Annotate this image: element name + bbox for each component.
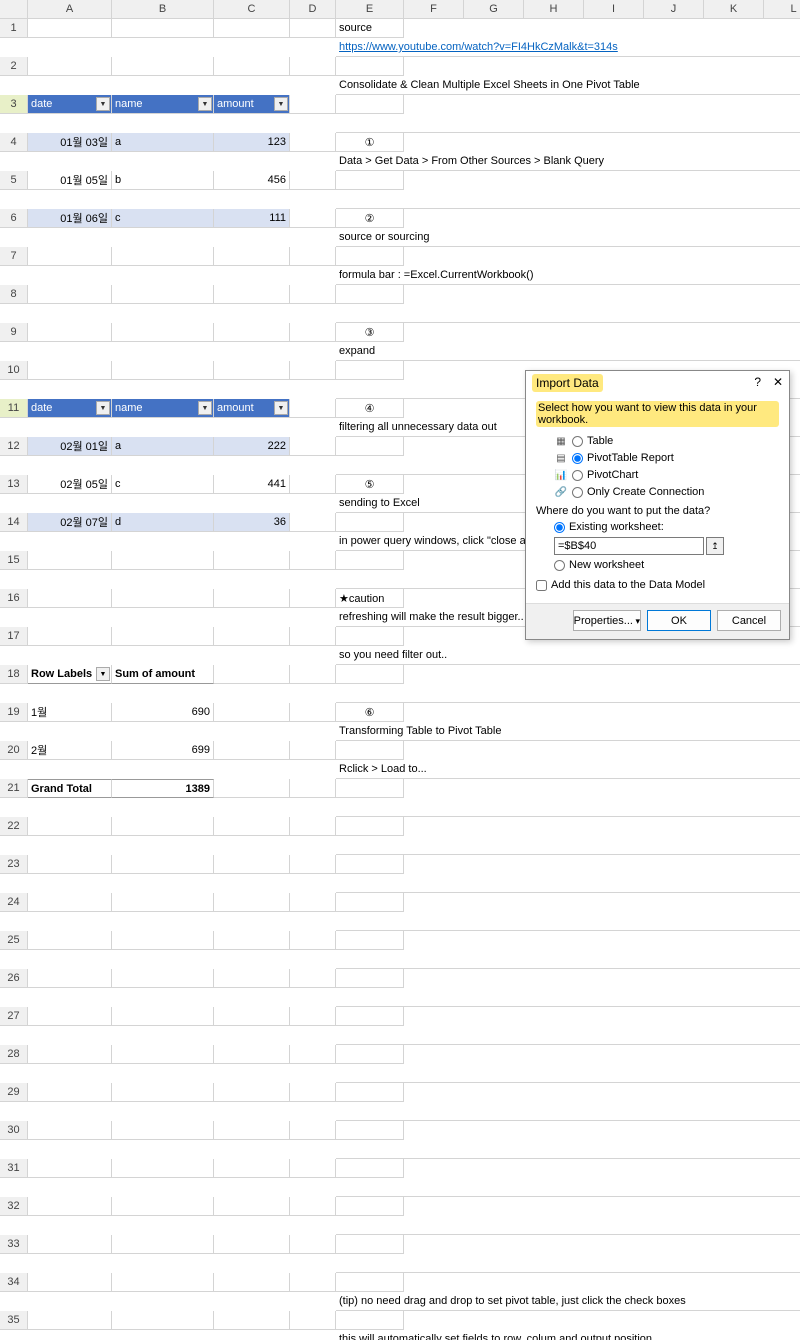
radio-pivotchart-row[interactable]: 📊 PivotChart xyxy=(554,468,779,482)
col-F[interactable]: F xyxy=(404,0,464,19)
cell-E1[interactable]: source xyxy=(336,19,404,38)
pivot-sumlabel[interactable]: Sum of amount xyxy=(112,665,214,684)
radio-new-row[interactable]: New worksheet xyxy=(554,559,779,571)
row-20[interactable]: 20 xyxy=(0,741,28,760)
col-C[interactable]: C xyxy=(214,0,290,19)
dialog-titlebar[interactable]: Import Data ? ✕ xyxy=(526,371,789,395)
datamodel-label: Add this data to the Data Model xyxy=(551,579,705,591)
row-4[interactable]: 4 xyxy=(0,133,28,152)
row-7[interactable]: 7 xyxy=(0,247,28,266)
corner-cell[interactable] xyxy=(0,0,28,19)
radio-pivotchart[interactable] xyxy=(572,470,583,481)
row-34[interactable]: 34 xyxy=(0,1273,28,1292)
row-16[interactable]: 16 xyxy=(0,589,28,608)
filter-dropdown-icon[interactable]: ▼ xyxy=(274,97,288,111)
radio-table-label: Table xyxy=(587,435,613,447)
radio-table-row[interactable]: ▦ Table xyxy=(554,434,779,448)
pivot-rowlabels[interactable]: Row Labels▼ xyxy=(28,665,112,684)
col-B[interactable]: B xyxy=(112,0,214,19)
row-3[interactable]: 3 xyxy=(0,95,28,114)
cell-reference-input[interactable] xyxy=(554,537,704,555)
row-35[interactable]: 35 xyxy=(0,1311,28,1330)
row-21[interactable]: 21 xyxy=(0,779,28,798)
radio-table[interactable] xyxy=(572,436,583,447)
radio-existing[interactable] xyxy=(554,522,565,533)
radio-new[interactable] xyxy=(554,560,565,571)
row-8[interactable]: 8 xyxy=(0,285,28,304)
where-put-label: Where do you want to put the data? xyxy=(536,505,779,517)
row-1[interactable]: 1 xyxy=(0,19,28,38)
radio-pivottable-row[interactable]: ▤ PivotTable Report xyxy=(554,451,779,465)
cancel-button[interactable]: Cancel xyxy=(717,610,781,631)
radio-connection-row[interactable]: 🔗 Only Create Connection xyxy=(554,485,779,499)
select-view-label: Select how you want to view this data in… xyxy=(536,401,779,427)
row-10[interactable]: 10 xyxy=(0,361,28,380)
radio-new-label: New worksheet xyxy=(569,559,644,571)
filter-dropdown-icon[interactable]: ▼ xyxy=(96,667,110,681)
row-14[interactable]: 14 xyxy=(0,513,28,532)
row-13[interactable]: 13 xyxy=(0,475,28,494)
row-6[interactable]: 6 xyxy=(0,209,28,228)
cell-F4[interactable]: Data > Get Data > From Other Sources > B… xyxy=(336,152,800,171)
help-icon[interactable]: ? xyxy=(754,375,761,389)
col-J[interactable]: J xyxy=(644,0,704,19)
close-icon[interactable]: ✕ xyxy=(773,375,783,389)
radio-pivottable[interactable] xyxy=(572,453,583,464)
radio-pivottable-label: PivotTable Report xyxy=(587,452,674,464)
cell-E4[interactable]: ① xyxy=(336,133,404,152)
col-H[interactable]: H xyxy=(524,0,584,19)
cell-F1-link[interactable]: https://www.youtube.com/watch?v=FI4HkCzM… xyxy=(336,38,800,57)
col-L[interactable]: L xyxy=(764,0,800,19)
row-2[interactable]: 2 xyxy=(0,57,28,76)
connection-icon: 🔗 xyxy=(554,485,568,499)
col-E[interactable]: E xyxy=(336,0,404,19)
row-12[interactable]: 12 xyxy=(0,437,28,456)
pivottable-icon: ▤ xyxy=(554,451,568,465)
ok-button[interactable]: OK xyxy=(647,610,711,631)
cell-F2[interactable]: Consolidate & Clean Multiple Excel Sheet… xyxy=(336,76,800,95)
radio-existing-label: Existing worksheet: xyxy=(569,521,664,533)
col-I[interactable]: I xyxy=(584,0,644,19)
datamodel-check-row[interactable]: Add this data to the Data Model xyxy=(536,579,779,591)
row-11[interactable]: 11 xyxy=(0,399,28,418)
import-data-dialog: Import Data ? ✕ Select how you want to v… xyxy=(525,370,790,640)
radio-pivotchart-label: PivotChart xyxy=(587,469,638,481)
cell[interactable] xyxy=(28,19,112,38)
filter-dropdown-icon[interactable]: ▼ xyxy=(198,97,212,111)
row-17[interactable]: 17 xyxy=(0,627,28,646)
tbl1-hdr-name[interactable]: name▼ xyxy=(112,95,214,114)
properties-button[interactable]: Properties... xyxy=(573,610,641,631)
row-9[interactable]: 9 xyxy=(0,323,28,342)
tbl1-r1-date[interactable]: 01월 03일 xyxy=(28,133,112,152)
range-picker-button[interactable]: ↥ xyxy=(706,537,724,555)
row-5[interactable]: 5 xyxy=(0,171,28,190)
col-D[interactable]: D xyxy=(290,0,336,19)
row-15[interactable]: 15 xyxy=(0,551,28,570)
pivot-grandtotal[interactable]: Grand Total xyxy=(28,779,112,798)
filter-dropdown-icon[interactable]: ▼ xyxy=(96,97,110,111)
pivotchart-icon: 📊 xyxy=(554,468,568,482)
tbl1-hdr-date[interactable]: date▼ xyxy=(28,95,112,114)
radio-existing-row[interactable]: Existing worksheet: xyxy=(554,521,779,533)
radio-connection-label: Only Create Connection xyxy=(587,486,704,498)
datamodel-checkbox[interactable] xyxy=(536,580,547,591)
tbl1-hdr-amount[interactable]: amount▼ xyxy=(214,95,290,114)
tbl2-hdr-date[interactable]: date▼ xyxy=(28,399,112,418)
col-G[interactable]: G xyxy=(464,0,524,19)
col-K[interactable]: K xyxy=(704,0,764,19)
filter-dropdown-icon[interactable]: ▼ xyxy=(198,401,212,415)
table-icon: ▦ xyxy=(554,434,568,448)
dialog-title: Import Data xyxy=(532,374,603,392)
row-18[interactable]: 18 xyxy=(0,665,28,684)
col-A[interactable]: A xyxy=(28,0,112,19)
row-19[interactable]: 19 xyxy=(0,703,28,722)
filter-dropdown-icon[interactable]: ▼ xyxy=(96,401,110,415)
spreadsheet-grid: A B C D E F G H I J K L 1 source https:/… xyxy=(0,0,800,1340)
filter-dropdown-icon[interactable]: ▼ xyxy=(274,401,288,415)
radio-connection[interactable] xyxy=(572,487,583,498)
